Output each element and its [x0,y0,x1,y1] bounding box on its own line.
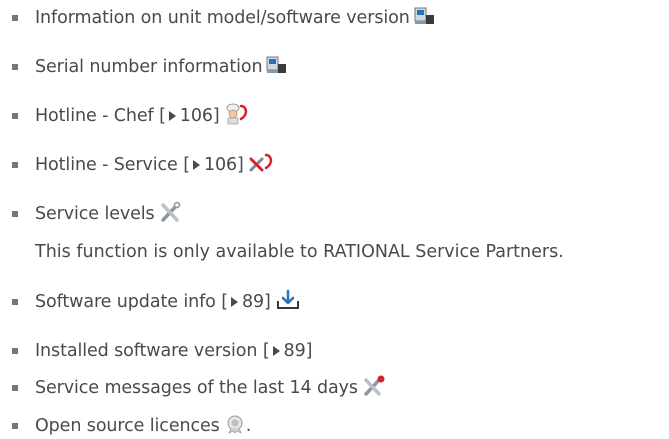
service-hotline-icon [248,152,274,179]
arrow-right-icon [192,160,200,170]
bullet [12,385,18,391]
bullet [12,211,18,217]
bullet [12,15,18,21]
bullet [12,113,18,119]
item-label: Open source licences [35,416,220,436]
bullet [12,348,18,354]
service-tools-alert-icon [362,375,386,402]
item-label: Service levels [35,204,155,224]
item-suffix: . [245,416,252,436]
item-label: Service messages of the last 14 days [35,378,358,398]
item-label: Hotline - Chef [35,106,154,126]
bullet [12,423,18,429]
item-label: Serial number information [35,57,263,77]
service-levels-note: This function is only available to RATIO… [35,242,564,262]
item-label: Installed software version [35,341,258,361]
tools-icon [159,201,183,228]
arrow-right-icon [230,297,238,307]
arrow-right-icon [272,346,280,356]
bullet [12,299,18,305]
page-reference[interactable]: [89] [216,292,271,312]
item-label: Software update info [35,292,216,312]
unit-device-icon [414,6,436,31]
page-reference[interactable]: [106] [154,106,220,126]
chef-hotline-icon [224,103,248,130]
download-icon [275,289,301,316]
bullet [12,162,18,168]
arrow-right-icon [168,111,176,121]
unit-device-icon [266,55,288,80]
item-label: Hotline - Service [35,155,178,175]
bullet [12,64,18,70]
page-reference[interactable]: [106] [178,155,244,175]
license-seal-icon [224,414,246,439]
page-reference[interactable]: [89] [257,341,313,361]
item-label: Information on unit model/software versi… [35,8,410,28]
